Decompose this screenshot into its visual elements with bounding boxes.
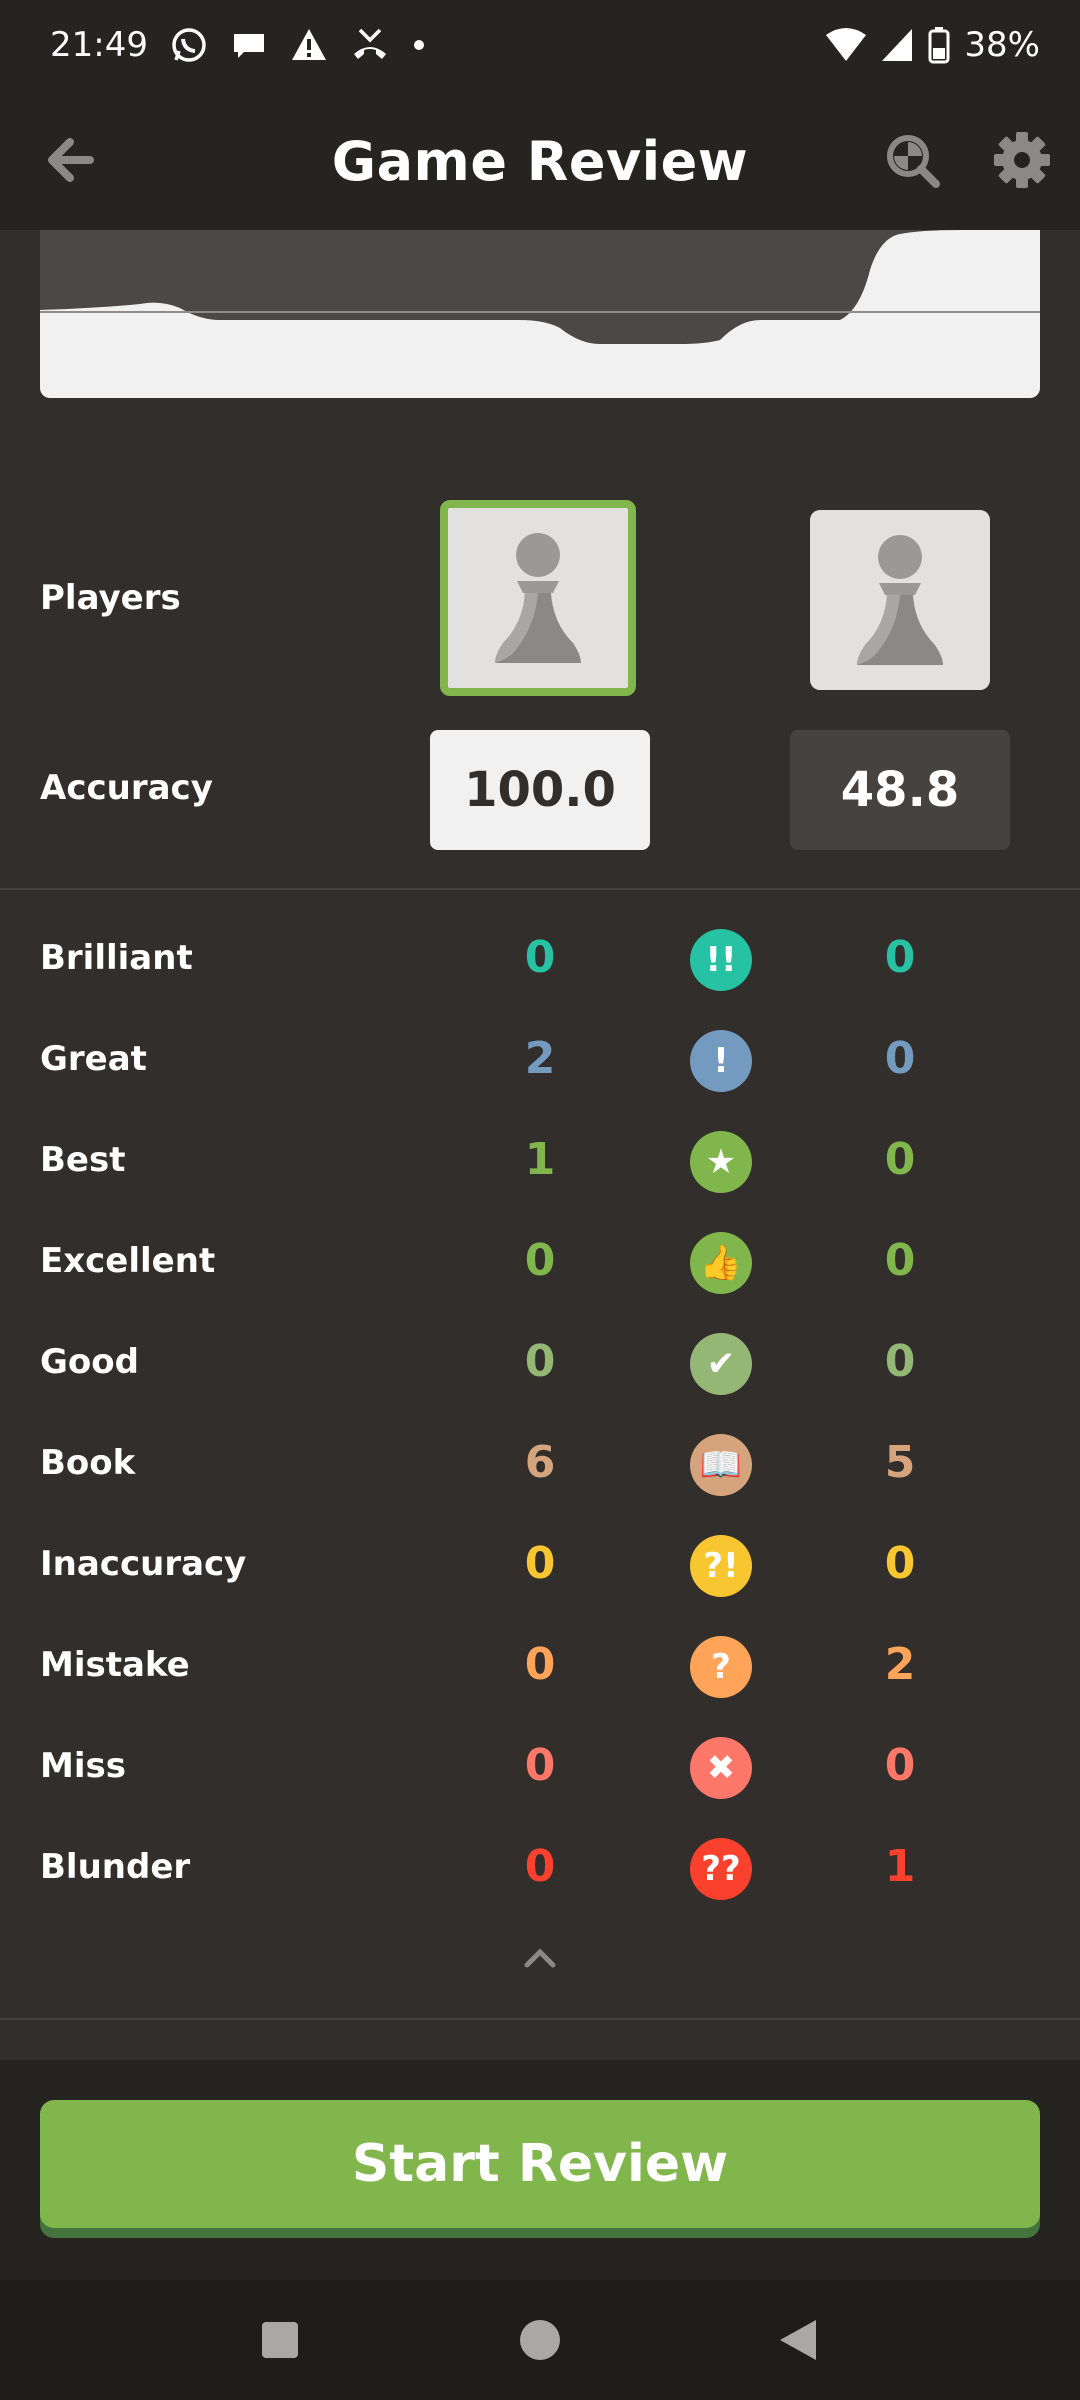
warning-icon bbox=[291, 29, 326, 60]
move-type-label: Mistake bbox=[40, 1645, 190, 1685]
gear-icon[interactable] bbox=[990, 128, 1054, 192]
move-type-label: Good bbox=[40, 1342, 139, 1382]
white-move-count: 0 bbox=[524, 1740, 556, 1791]
white-move-count: 0 bbox=[524, 1235, 556, 1286]
battery-percent: 38% bbox=[964, 25, 1040, 65]
move-row-miss: Miss 0 ✖ 0 bbox=[0, 1737, 1080, 1799]
move-type-label: Best bbox=[40, 1140, 126, 1180]
black-move-count: 0 bbox=[884, 932, 916, 983]
white-move-count: 6 bbox=[524, 1437, 556, 1488]
dot-icon bbox=[413, 40, 424, 50]
black-move-count: 2 bbox=[884, 1639, 916, 1690]
back-triangle-icon[interactable] bbox=[780, 2320, 820, 2360]
whatsapp-icon bbox=[172, 28, 206, 62]
black-move-count: 0 bbox=[884, 1538, 916, 1589]
status-time: 21:49 bbox=[50, 25, 148, 65]
start-review-button[interactable]: Start Review bbox=[40, 2100, 1040, 2228]
miss-x-icon: ✖ bbox=[690, 1737, 752, 1799]
analysis-icon[interactable] bbox=[880, 128, 944, 192]
wifi-icon bbox=[826, 28, 867, 61]
divider bbox=[0, 888, 1080, 890]
mistake-icon: ? bbox=[690, 1636, 752, 1698]
pawn-icon bbox=[857, 535, 943, 665]
players-label: Players bbox=[40, 578, 181, 618]
white-move-count: 0 bbox=[524, 932, 556, 983]
recents-square-icon[interactable] bbox=[262, 2322, 298, 2358]
home-circle-icon[interactable] bbox=[520, 2320, 560, 2360]
move-row-best: Best 1 ★ 0 bbox=[0, 1131, 1080, 1193]
black-move-count: 5 bbox=[884, 1437, 916, 1488]
white-move-count: 0 bbox=[524, 1538, 556, 1589]
white-accuracy-value: 100.0 bbox=[430, 730, 650, 850]
chevron-up-icon[interactable] bbox=[522, 1945, 558, 1969]
move-row-excellent: Excellent 0 👍 0 bbox=[0, 1232, 1080, 1294]
white-move-count: 0 bbox=[524, 1639, 556, 1690]
white-player-avatar[interactable] bbox=[440, 500, 636, 696]
move-row-mistake: Mistake 0? 2 bbox=[0, 1636, 1080, 1698]
move-row-blunder: Blunder 0?? 1 bbox=[0, 1838, 1080, 1900]
move-type-label: Great bbox=[40, 1039, 147, 1079]
white-move-count: 0 bbox=[524, 1336, 556, 1387]
move-row-brilliant: Brilliant 0!! 0 bbox=[0, 929, 1080, 991]
app-bar: Game Review bbox=[0, 90, 1080, 230]
divider bbox=[0, 2018, 1080, 2020]
evaluation-graph[interactable] bbox=[40, 230, 1040, 398]
signal-icon bbox=[882, 29, 913, 61]
black-player-avatar[interactable] bbox=[810, 510, 990, 690]
move-type-label: Book bbox=[40, 1443, 136, 1483]
book-icon: 📖 bbox=[690, 1434, 752, 1496]
move-type-label: Blunder bbox=[40, 1847, 191, 1887]
battery-icon bbox=[928, 27, 950, 64]
inaccuracy-icon: ?! bbox=[690, 1535, 752, 1597]
black-move-count: 0 bbox=[884, 1033, 916, 1084]
move-row-good: Good 0 ✔ 0 bbox=[0, 1333, 1080, 1395]
chat-bubble-icon bbox=[233, 34, 264, 58]
move-type-label: Miss bbox=[40, 1746, 126, 1786]
black-move-count: 1 bbox=[884, 1841, 916, 1892]
white-move-count: 0 bbox=[524, 1841, 556, 1892]
white-move-count: 1 bbox=[524, 1134, 556, 1185]
best-star-icon: ★ bbox=[690, 1131, 752, 1193]
great-icon: ! bbox=[690, 1030, 752, 1092]
black-accuracy-value: 48.8 bbox=[790, 730, 1010, 850]
black-move-count: 0 bbox=[884, 1740, 916, 1791]
status-bar: 21:49 38% bbox=[0, 0, 1080, 90]
evaluation-dark-area bbox=[40, 230, 1040, 344]
black-move-count: 0 bbox=[884, 1235, 916, 1286]
brilliant-icon: !! bbox=[690, 929, 752, 991]
accuracy-label: Accuracy bbox=[40, 768, 213, 808]
move-row-great: Great 2! 0 bbox=[0, 1030, 1080, 1092]
move-row-book: Book 6 📖 5 bbox=[0, 1434, 1080, 1496]
blunder-icon: ?? bbox=[690, 1838, 752, 1900]
black-move-count: 0 bbox=[884, 1336, 916, 1387]
move-type-label: Brilliant bbox=[40, 938, 193, 978]
pawn-icon bbox=[495, 533, 581, 663]
white-move-count: 2 bbox=[524, 1033, 556, 1084]
move-row-inaccuracy: Inaccuracy 0?! 0 bbox=[0, 1535, 1080, 1597]
system-navigation-bar bbox=[0, 2280, 1080, 2400]
good-check-icon: ✔ bbox=[690, 1333, 752, 1395]
black-move-count: 0 bbox=[884, 1134, 916, 1185]
missed-call-icon bbox=[353, 28, 386, 59]
evaluation-graph-plot bbox=[40, 230, 1040, 344]
excellent-thumbs-up-icon: 👍 bbox=[690, 1232, 752, 1294]
move-type-label: Inaccuracy bbox=[40, 1544, 247, 1584]
move-type-label: Excellent bbox=[40, 1241, 216, 1281]
